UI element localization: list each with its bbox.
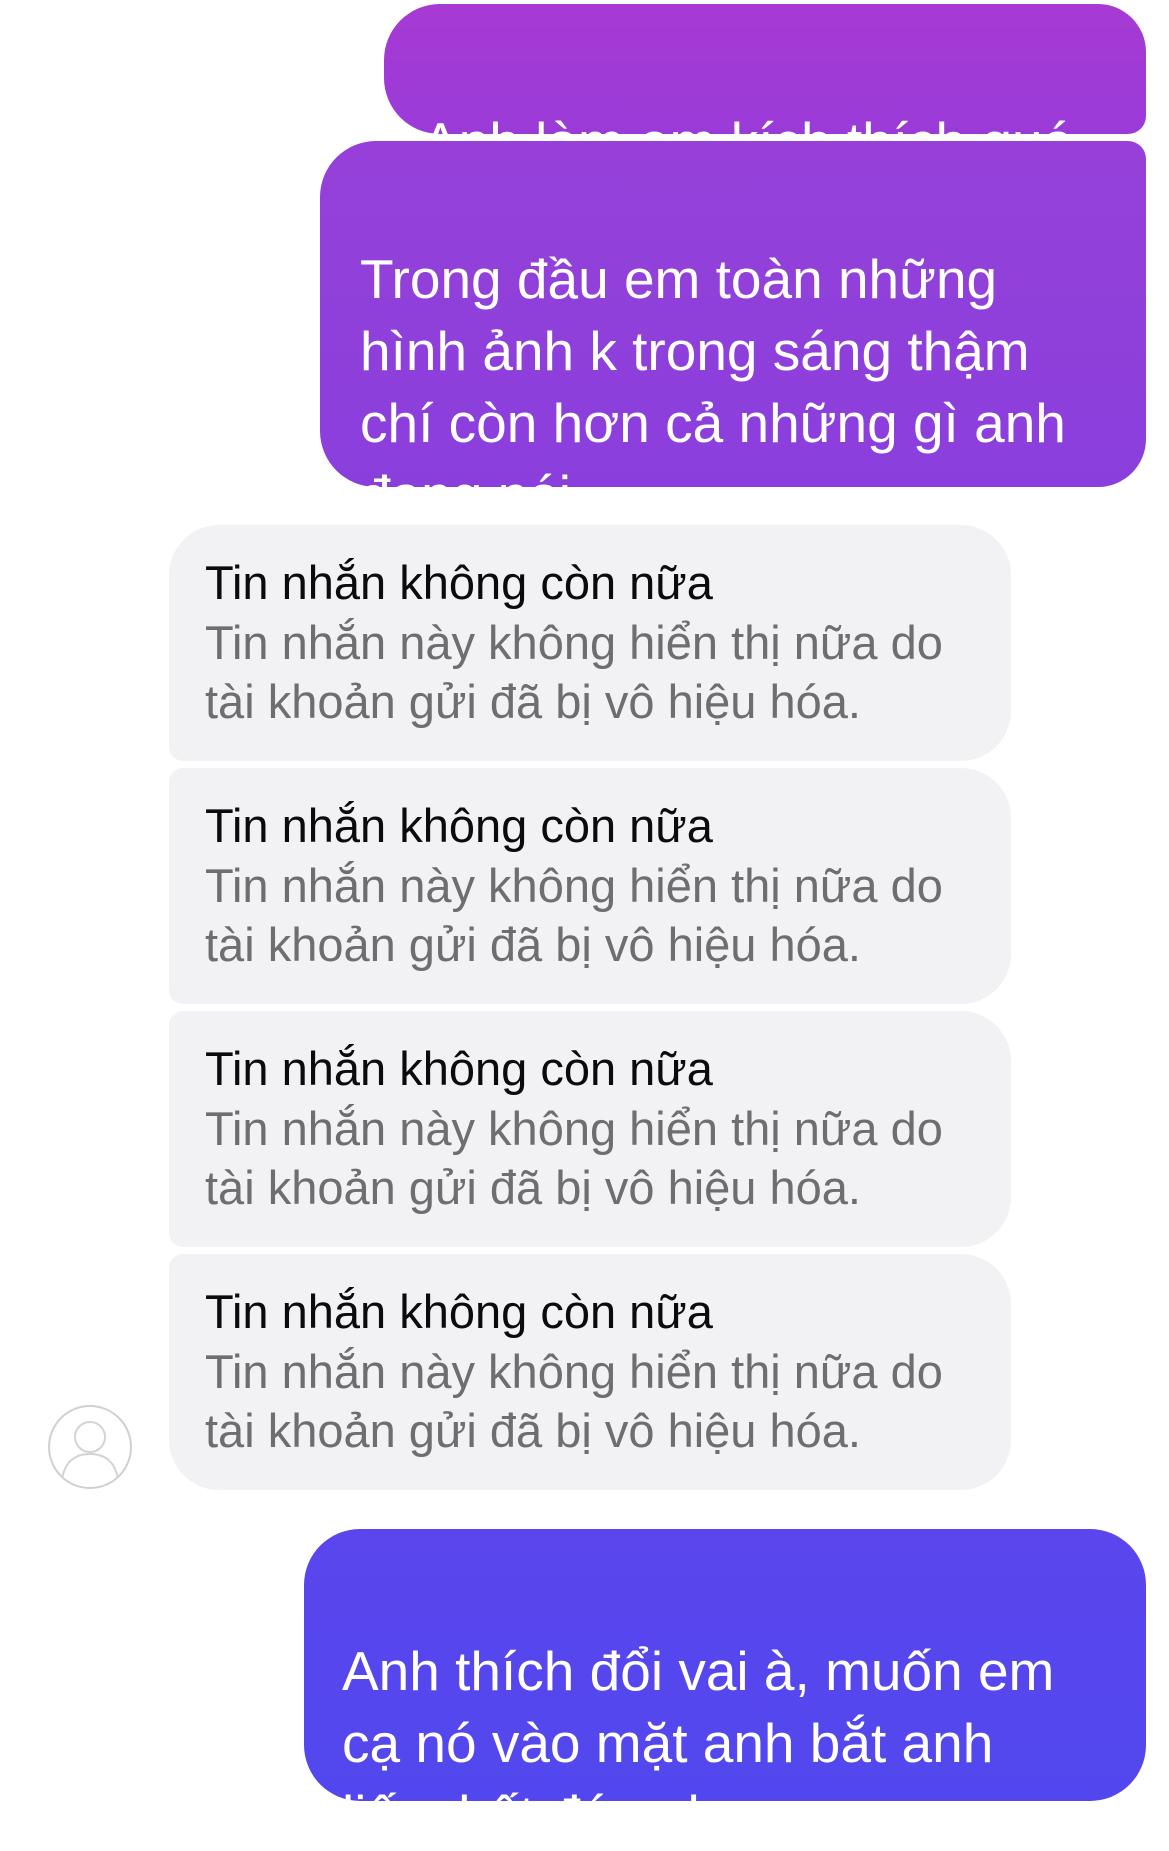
unavailable-message-bubble[interactable]: Tin nhắn không còn nữa Tin nhắn này khôn…: [169, 1011, 1011, 1247]
unavailable-message-bubble[interactable]: Tin nhắn không còn nữa Tin nhắn này khôn…: [169, 768, 1011, 1004]
unavailable-message-body: Tin nhắn này không hiển thị nữa do tài k…: [205, 859, 943, 971]
message-text: Trong đầu em toàn những hình ảnh k trong…: [360, 248, 1066, 526]
message-text: Anh thích đổi vai à, muốn em cạ nó vào m…: [342, 1640, 1055, 1846]
outgoing-message-bubble[interactable]: Anh thích đổi vai à, muốn em cạ nó vào m…: [304, 1529, 1146, 1846]
unavailable-message-title: Tin nhắn không còn nữa: [205, 1285, 713, 1338]
unavailable-message-body: Tin nhắn này không hiển thị nữa do tài k…: [205, 616, 943, 728]
outgoing-message-bubble[interactable]: Anh làm em kích thích quá: [384, 4, 1146, 173]
unavailable-message-title: Tin nhắn không còn nữa: [205, 799, 713, 852]
unavailable-message-bubble[interactable]: Tin nhắn không còn nữa Tin nhắn này khôn…: [169, 1254, 1011, 1490]
unavailable-message-bubble[interactable]: Tin nhắn không còn nữa Tin nhắn này khôn…: [169, 525, 1011, 761]
unavailable-message-body: Tin nhắn này không hiển thị nữa do tài k…: [205, 1102, 943, 1214]
outgoing-message-bubble[interactable]: Trong đầu em toàn những hình ảnh k trong…: [320, 141, 1146, 526]
unavailable-message-title: Tin nhắn không còn nữa: [205, 1042, 713, 1095]
unavailable-message-title: Tin nhắn không còn nữa: [205, 556, 713, 609]
unavailable-message-body: Tin nhắn này không hiển thị nữa do tài k…: [205, 1345, 943, 1457]
default-user-icon: [61, 1421, 119, 1482]
sender-avatar[interactable]: [48, 1405, 132, 1489]
